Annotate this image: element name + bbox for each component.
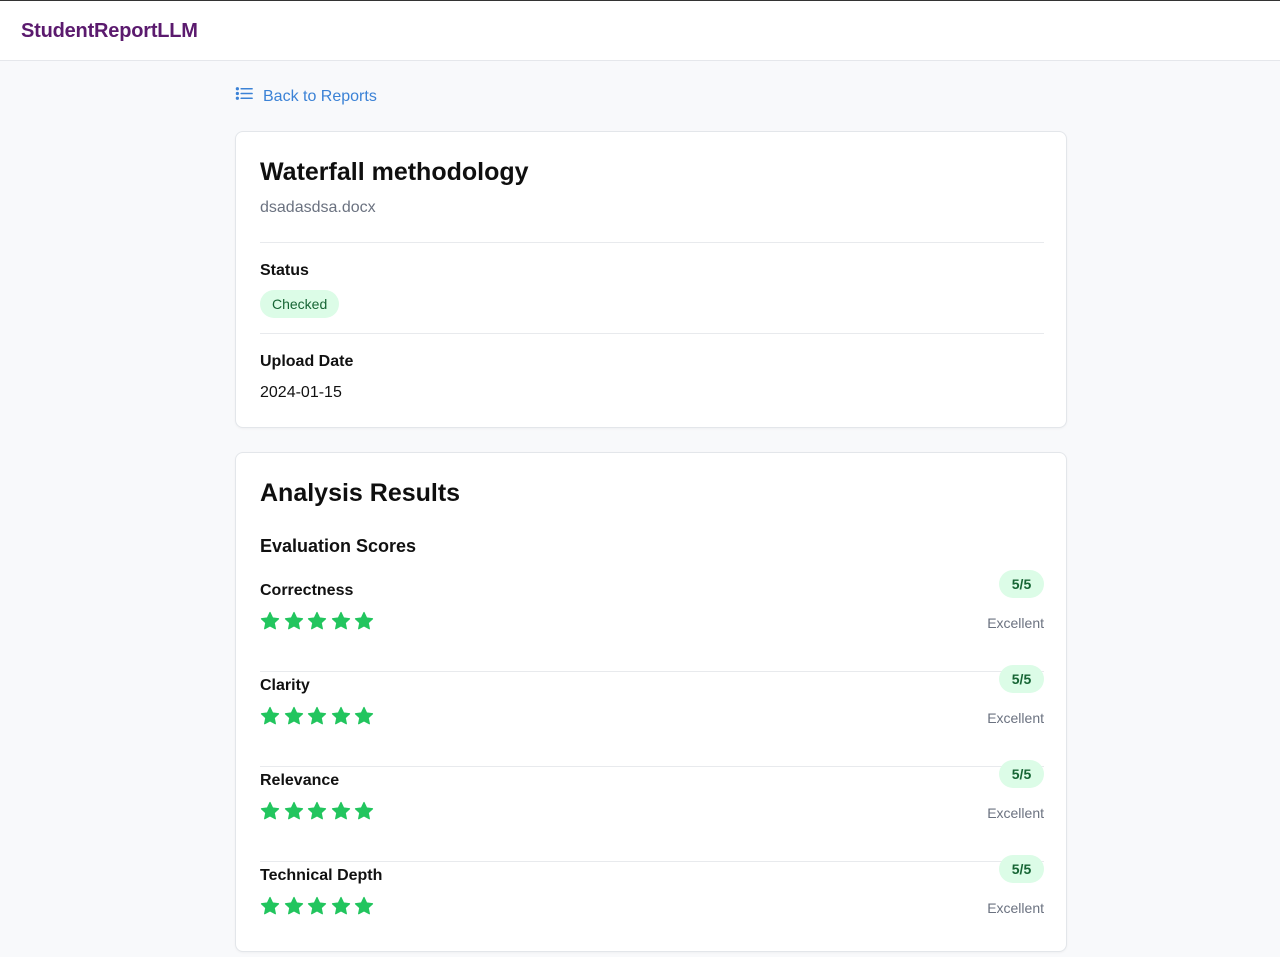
star-icon <box>354 611 374 631</box>
star-icon <box>260 706 280 726</box>
score-badge: 5/5 <box>999 665 1044 693</box>
star-icon <box>331 896 351 916</box>
back-link-label: Back to Reports <box>263 88 377 105</box>
upload-date-label: Upload Date <box>260 353 354 370</box>
star-icon <box>354 801 374 821</box>
analysis-results-card: Analysis Results Evaluation Scores Corre… <box>235 452 1067 952</box>
score-badge: 5/5 <box>999 570 1044 598</box>
analysis-title: Analysis Results <box>260 479 461 507</box>
score-row-correctness: Correctness 5/5 Excellent <box>260 570 1044 672</box>
list-icon <box>235 85 254 109</box>
star-icon <box>284 611 304 631</box>
score-row-relevance: Relevance 5/5 Excellent <box>260 760 1044 862</box>
score-description: Excellent <box>987 615 1044 631</box>
star-icon <box>260 896 280 916</box>
star-rating <box>260 801 374 821</box>
score-name: Technical Depth <box>260 867 383 884</box>
star-icon <box>307 801 327 821</box>
star-icon <box>260 611 280 631</box>
score-description: Excellent <box>987 710 1044 726</box>
star-icon <box>331 611 351 631</box>
status-badge: Checked <box>260 290 340 318</box>
divider <box>260 333 1044 334</box>
star-icon <box>284 801 304 821</box>
top-navbar: StudentReportLLM <box>0 1 1280 61</box>
score-badge: 5/5 <box>999 760 1044 788</box>
star-icon <box>354 896 374 916</box>
score-description: Excellent <box>987 805 1044 821</box>
divider <box>260 242 1044 243</box>
evaluation-scores-title: Evaluation Scores <box>260 536 417 556</box>
score-name: Clarity <box>260 677 310 694</box>
upload-date-value: 2024-01-15 <box>260 384 342 401</box>
star-icon <box>260 801 280 821</box>
score-name: Relevance <box>260 772 340 789</box>
star-icon <box>307 706 327 726</box>
star-icon <box>331 706 351 726</box>
report-title: Waterfall methodology <box>260 158 529 186</box>
star-icon <box>307 896 327 916</box>
star-icon <box>307 611 327 631</box>
report-filename: dsadasdsa.docx <box>260 199 376 216</box>
status-label: Status <box>260 262 309 279</box>
star-rating <box>260 706 374 726</box>
star-icon <box>354 706 374 726</box>
score-name: Correctness <box>260 582 354 599</box>
star-icon <box>284 706 304 726</box>
score-row-clarity: Clarity 5/5 Excellent <box>260 665 1044 767</box>
star-icon <box>331 801 351 821</box>
star-rating <box>260 611 374 631</box>
score-badge: 5/5 <box>999 855 1044 883</box>
score-row-technical-depth: Technical Depth 5/5 Excellent <box>260 855 1044 957</box>
back-to-reports-link[interactable]: Back to Reports <box>235 86 377 108</box>
star-rating <box>260 896 374 916</box>
app-brand-logo[interactable]: StudentReportLLM <box>21 20 198 43</box>
star-icon <box>284 896 304 916</box>
report-details-card: Waterfall methodology dsadasdsa.docx Sta… <box>235 131 1067 428</box>
score-description: Excellent <box>987 900 1044 916</box>
